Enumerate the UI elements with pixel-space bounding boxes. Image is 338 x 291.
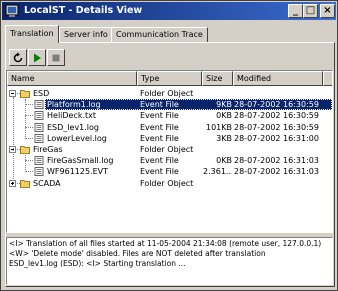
- refresh-button[interactable]: [9, 49, 27, 66]
- item-name: ESD: [33, 89, 50, 98]
- tree-connector: [25, 99, 26, 139]
- column-header-modified[interactable]: Modified: [233, 71, 323, 86]
- folder-row[interactable]: SCADA Folder Object: [7, 178, 332, 189]
- item-type: Folder Object: [140, 89, 194, 98]
- item-modified: 28-07-2002 16:31:03: [234, 156, 319, 166]
- file-icon: [34, 133, 44, 143]
- item-type: Event File: [140, 156, 179, 166]
- log-line: ESD_lev1.log (ESD): <I> Starting transla…: [9, 259, 186, 268]
- file-row[interactable]: LowerLevel.log Event File 3KB 28-07-2002 16…: [7, 133, 332, 144]
- title-bar[interactable]: LocalST - Details View _ □ ×: [2, 2, 336, 20]
- item-modified: 28-07-2002 16:31:00: [234, 133, 319, 143]
- maximize-button[interactable]: □: [303, 4, 318, 18]
- column-header-size[interactable]: Size: [202, 71, 233, 86]
- main-window: LocalST - Details View _ □ × Translation…: [0, 0, 338, 291]
- tree-connector: [25, 115, 33, 117]
- item-name: FireGas: [33, 145, 63, 154]
- close-button[interactable]: ×: [320, 4, 335, 18]
- file-row[interactable]: FireGasSmall.log Event File 0KB 28-07-2002 …: [7, 155, 332, 166]
- tree-connector: [25, 155, 26, 173]
- file-row[interactable]: ESD_lev1.log Event File 101KB 28-07-2002 16…: [7, 122, 332, 133]
- file-icon: [34, 156, 44, 166]
- column-header-name[interactable]: Name: [7, 71, 137, 86]
- file-icon: [34, 167, 44, 177]
- log-line: <I> Translation of all files started at …: [9, 239, 322, 248]
- tab-communication-trace[interactable]: Communication Trace: [111, 27, 208, 42]
- tree-connector: [25, 126, 33, 128]
- item-name: SCADA: [33, 178, 61, 188]
- file-icon: [34, 122, 44, 132]
- item-name: ESD_lev1.log: [47, 122, 99, 132]
- folder-icon: [20, 179, 30, 188]
- file-row[interactable]: WF961125.EVT Event File 2.361... 28-07-2002…: [7, 166, 332, 177]
- item-name: HeliDeck.txt: [47, 111, 97, 121]
- tab-strip: Translation Server info Communication Tr…: [5, 25, 335, 43]
- item-type: Event File: [140, 167, 179, 177]
- log-output[interactable]: <I> Translation of all files started at …: [6, 237, 333, 285]
- item-modified: 28-07-2002 16:30:59: [234, 111, 319, 121]
- tab-translation[interactable]: Translation: [5, 25, 59, 43]
- item-type: Event File: [140, 111, 179, 121]
- item-name: Platform1.log: [47, 100, 101, 110]
- item-type: Folder Object: [140, 178, 194, 188]
- folder-icon: [20, 90, 30, 98]
- column-header-type[interactable]: Type: [137, 71, 202, 86]
- item-size: 0KB: [216, 156, 232, 166]
- tree-connector: [25, 137, 33, 139]
- item-type: Folder Object: [140, 145, 194, 154]
- minimize-button[interactable]: _: [288, 4, 303, 18]
- app-icon: [5, 4, 19, 17]
- stop-button[interactable]: [47, 49, 65, 66]
- stop-icon: [52, 54, 60, 62]
- item-size: 3KB: [216, 133, 232, 143]
- log-line: <W> 'Delete mode' disabled. Files are NO…: [9, 249, 266, 258]
- file-icon: [34, 100, 44, 110]
- tree-connector: [12, 97, 14, 183]
- item-size: 2.361...: [203, 167, 232, 177]
- tree-connector: [25, 171, 33, 173]
- item-type: Event File: [140, 133, 179, 143]
- collapse-toggle[interactable]: [9, 90, 16, 97]
- file-row[interactable]: HeliDeck.txt Event File 0KB 28-07-2002 16:3…: [7, 110, 332, 121]
- item-size: 0KB: [216, 111, 232, 121]
- item-name: WF961125.EVT: [47, 167, 109, 177]
- folder-icon: [20, 146, 30, 154]
- item-size: 9KB: [216, 100, 232, 110]
- item-modified: 28-07-2002 16:31:03: [234, 167, 319, 177]
- tree-connector: [25, 160, 33, 162]
- column-header-filler: [323, 71, 332, 86]
- item-size: 101KB: [205, 122, 232, 132]
- file-row[interactable]: Platform1.log Event File 9KB 28-07-2002 16:…: [7, 99, 332, 111]
- folder-row[interactable]: ESD Folder Object: [7, 88, 332, 99]
- play-icon: [34, 53, 41, 63]
- list-header: Name Type Size Modified: [7, 71, 332, 86]
- item-name: FireGasSmall.log: [47, 156, 114, 166]
- window-title: LocalST - Details View: [24, 5, 143, 16]
- folder-row[interactable]: FireGas Folder Object: [7, 144, 332, 155]
- item-type: Event File: [140, 100, 179, 110]
- start-button[interactable]: [28, 49, 46, 66]
- item-modified: 28-07-2002 16:30:59: [234, 100, 319, 110]
- item-type: Event File: [140, 122, 179, 132]
- refresh-icon: [13, 52, 23, 63]
- tree-connector: [25, 104, 33, 106]
- file-icon: [34, 111, 44, 121]
- item-modified: 28-07-2002 16:30:59: [234, 122, 319, 132]
- item-name: LowerLevel.log: [47, 133, 107, 143]
- tab-server-info[interactable]: Server info: [59, 27, 113, 42]
- file-list[interactable]: Name Type Size Modified ESD Folder Object…: [6, 70, 333, 233]
